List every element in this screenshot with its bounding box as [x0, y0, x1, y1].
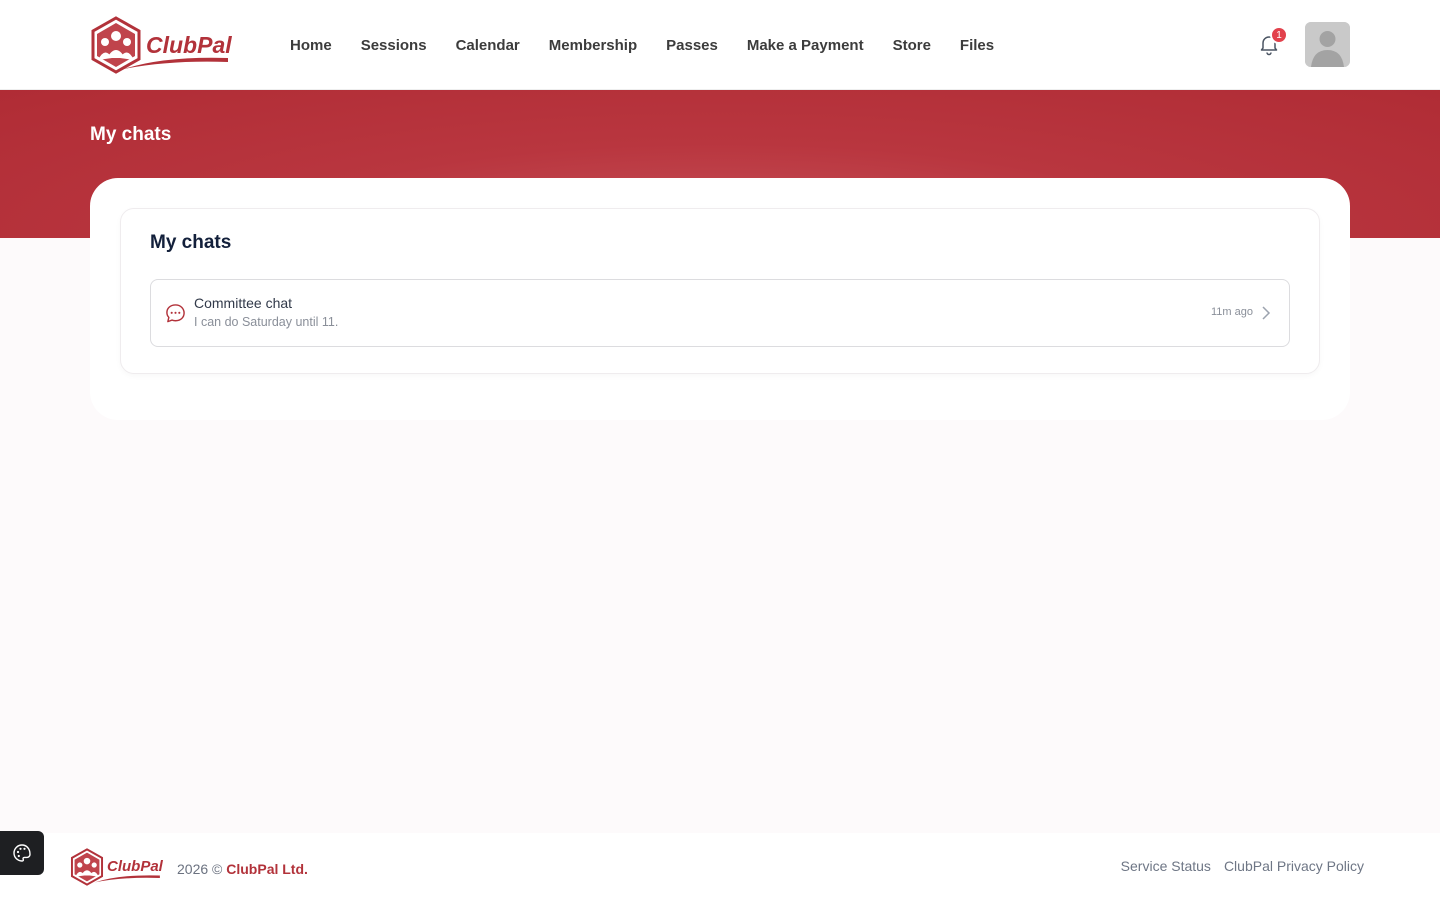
- theme-palette-button[interactable]: [0, 831, 44, 875]
- nav-membership[interactable]: Membership: [549, 37, 637, 54]
- company-link[interactable]: ClubPal Ltd.: [226, 861, 308, 877]
- main-nav: Home Sessions Calendar Membership Passes…: [290, 0, 994, 90]
- clubpal-logo[interactable]: ClubPal: [90, 16, 242, 74]
- nav-sessions[interactable]: Sessions: [361, 37, 427, 54]
- nav-home[interactable]: Home: [290, 37, 332, 54]
- page-title: My chats: [90, 124, 172, 145]
- privacy-policy-link[interactable]: ClubPal Privacy Policy: [1224, 858, 1364, 874]
- chat-last-message: I can do Saturday until 11.: [194, 315, 339, 329]
- service-status-link[interactable]: Service Status: [1121, 858, 1211, 874]
- nav-calendar[interactable]: Calendar: [456, 37, 520, 54]
- chat-timestamp: 11m ago: [1211, 306, 1253, 318]
- nav-make-a-payment[interactable]: Make a Payment: [747, 37, 864, 54]
- nav-files[interactable]: Files: [960, 37, 994, 54]
- top-navigation-bar: ClubPal Home Sessions Calendar Membershi…: [0, 0, 1440, 90]
- avatar[interactable]: [1305, 22, 1350, 67]
- chat-list-item[interactable]: Committee chat I can do Saturday until 1…: [150, 279, 1290, 347]
- notification-badge: 1: [1270, 26, 1288, 44]
- nav-passes[interactable]: Passes: [666, 37, 718, 54]
- chat-bubble-icon: [166, 304, 185, 323]
- chevron-right-icon: [1262, 306, 1271, 320]
- palette-icon: [13, 844, 31, 862]
- logo-swoosh-icon: [124, 57, 228, 69]
- copyright-year: 2026 ©: [177, 861, 223, 877]
- user-silhouette-icon: [1305, 22, 1350, 67]
- copyright-text: 2026 © ClubPal Ltd.: [177, 861, 308, 877]
- nav-store[interactable]: Store: [893, 37, 931, 54]
- chats-card-title: My chats: [150, 232, 232, 253]
- logo-swoosh-icon: [94, 875, 160, 883]
- chat-name: Committee chat: [194, 295, 293, 311]
- footer-links: Service Status ClubPal Privacy Policy: [1121, 858, 1364, 874]
- footer-logo: ClubPal: [70, 848, 170, 886]
